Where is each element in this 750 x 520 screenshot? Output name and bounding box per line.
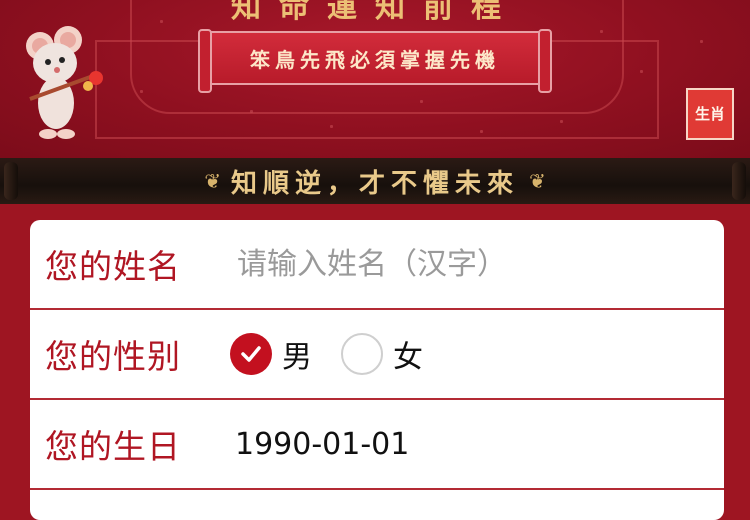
seal-text: 生肖 (694, 105, 725, 123)
banner-scroll: 笨鳥先飛必須掌握先機 (198, 29, 552, 93)
zodiac-seal-icon: 生肖 (686, 88, 734, 140)
checkmark-icon (241, 346, 261, 362)
male-radio[interactable] (230, 333, 272, 375)
birthday-label: 您的生日 (45, 427, 181, 466)
female-radio[interactable] (341, 333, 383, 375)
female-label: 女 (393, 340, 423, 375)
name-row: 您的姓名 (30, 220, 724, 310)
scroll-cap-left (4, 162, 18, 200)
info-form: 您的姓名 您的性别 男 女 您的生日 1990-01-01 (30, 220, 724, 520)
name-label: 您的姓名 (45, 247, 181, 286)
birthday-row[interactable]: 您的生日 1990-01-01 (30, 400, 724, 490)
ornament-left-icon: ❦ (204, 169, 221, 193)
slogan-bar: ❦ 知順逆，才不懼未來 ❦ (0, 158, 750, 204)
birthday-value[interactable]: 1990-01-01 (235, 427, 409, 462)
banner-heading: 知命運知前程 (231, 0, 519, 25)
mouse-mascot-icon (26, 26, 103, 139)
banner-scroll-text: 笨鳥先飛必須掌握先機 (250, 47, 500, 72)
gender-option-female[interactable]: 女 (341, 332, 437, 376)
ornament-right-icon: ❦ (529, 169, 546, 193)
male-label: 男 (282, 340, 312, 375)
header-banner: 知命運知前程 笨鳥先飛必須掌握先機 生肖 (0, 0, 750, 158)
slogan-text: 知順逆，才不懼未來 (230, 168, 519, 199)
scroll-cap-right (732, 162, 746, 200)
gender-row: 您的性别 男 女 (30, 310, 724, 400)
name-input[interactable] (235, 245, 719, 283)
gender-option-male[interactable]: 男 (230, 332, 326, 376)
gender-label: 您的性别 (45, 337, 181, 376)
